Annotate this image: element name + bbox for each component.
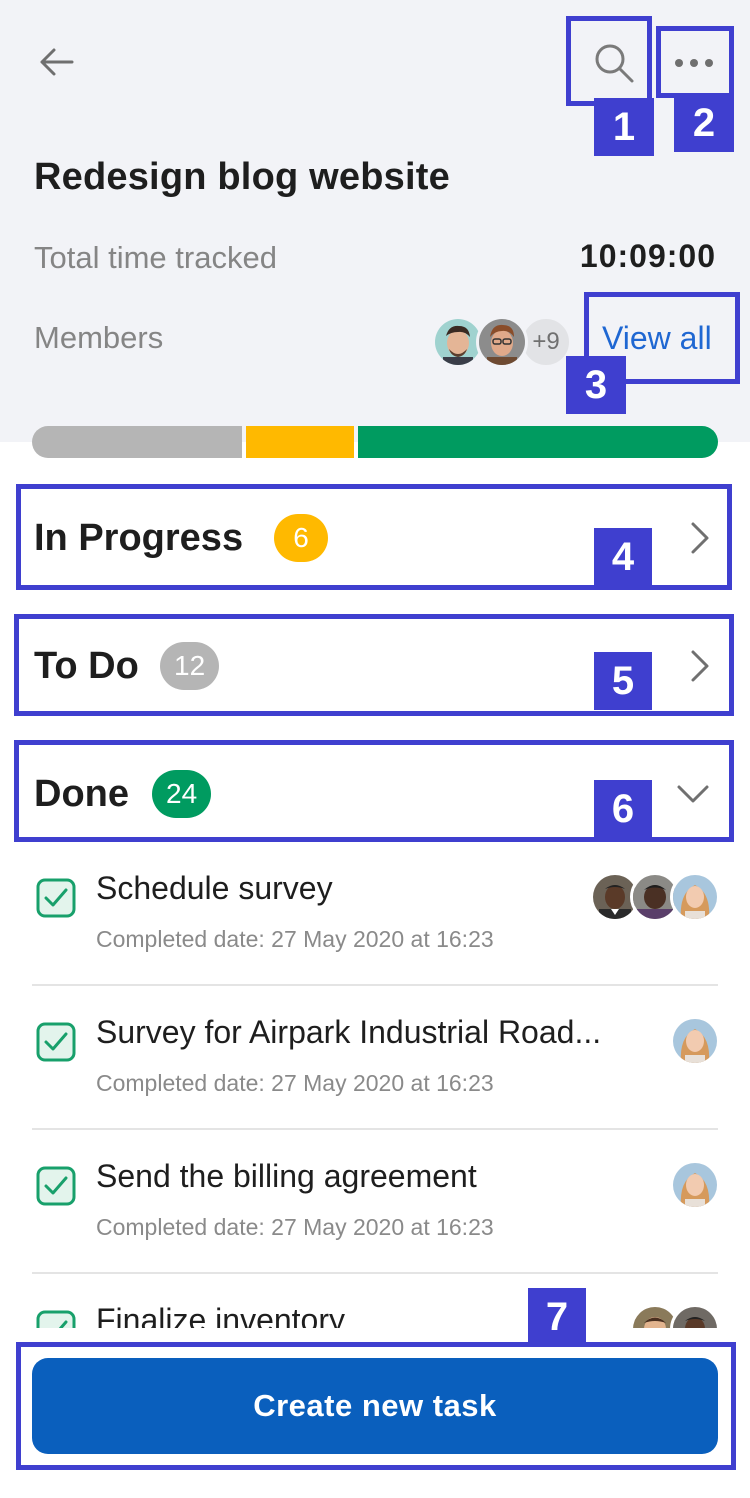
divider (32, 984, 718, 986)
task-assignees (670, 1016, 720, 1066)
task-title: Survey for Airpark Industrial Road... (96, 1014, 602, 1050)
task-row[interactable]: Survey for Airpark Industrial Road... Co… (0, 990, 750, 1134)
progress-segment-in-progress (246, 426, 354, 458)
task-assignees (590, 872, 720, 922)
progress-segment-done (358, 426, 718, 458)
annotation-label: 2 (674, 94, 734, 152)
status-progress-bar (32, 426, 718, 458)
section-title: In Progress (34, 516, 244, 559)
search-button[interactable] (584, 34, 644, 92)
annotation-label: 1 (594, 98, 654, 156)
page-title: Redesign blog website (34, 156, 450, 198)
annotation-label: 4 (594, 528, 652, 586)
time-tracked-label: Total time tracked (34, 240, 277, 275)
task-completed-date: Completed date: 27 May 2020 at 16:23 (96, 926, 494, 952)
annotation-label: 7 (528, 1288, 586, 1346)
checkbox-checked-icon[interactable] (36, 878, 76, 918)
back-arrow-icon (40, 48, 74, 76)
count-badge: 12 (160, 642, 220, 690)
chevron-right-icon (691, 522, 709, 554)
search-icon (595, 44, 634, 83)
annotation-label: 6 (594, 780, 652, 838)
member-avatars: +9 (432, 316, 572, 368)
annotation-label: 5 (594, 652, 652, 710)
task-completed-date: Completed date: 27 May 2020 at 16:23 (96, 1214, 494, 1240)
divider (32, 1128, 718, 1130)
task-completed-date: Completed date: 27 May 2020 at 16:23 (96, 1070, 494, 1096)
project-header: Redesign blog website Total time tracked… (0, 0, 750, 442)
avatar (670, 1160, 720, 1210)
chevron-down-icon (677, 785, 709, 803)
more-options-button[interactable] (662, 34, 726, 92)
count-badge: 6 (274, 514, 328, 562)
count-badge: 24 (152, 770, 212, 818)
task-title: Schedule survey (96, 870, 333, 906)
chevron-right-icon (691, 650, 709, 682)
task-row[interactable]: Send the billing agreement Completed dat… (0, 1134, 750, 1278)
progress-segment-todo (32, 426, 242, 458)
create-new-task-button[interactable]: Create new task (32, 1358, 718, 1454)
time-tracked-value: 10:09:00 (579, 238, 716, 274)
task-title: Send the billing agreement (96, 1158, 477, 1194)
more-icon (675, 59, 713, 67)
avatar (476, 316, 528, 368)
task-row[interactable]: Schedule survey Completed date: 27 May 2… (0, 846, 750, 990)
task-assignees (670, 1160, 720, 1210)
avatar (670, 872, 720, 922)
bottom-action-bar: Create new task (0, 1328, 750, 1498)
members-label: Members (34, 320, 164, 355)
section-title: To Do (34, 644, 139, 687)
divider (32, 1272, 718, 1274)
back-button[interactable] (30, 38, 82, 86)
view-all-members-link[interactable]: View all (602, 320, 712, 357)
checkbox-checked-icon[interactable] (36, 1022, 76, 1062)
avatar (670, 1016, 720, 1066)
section-title: Done (34, 772, 129, 815)
annotation-label: 3 (566, 356, 626, 414)
checkbox-checked-icon[interactable] (36, 1166, 76, 1206)
